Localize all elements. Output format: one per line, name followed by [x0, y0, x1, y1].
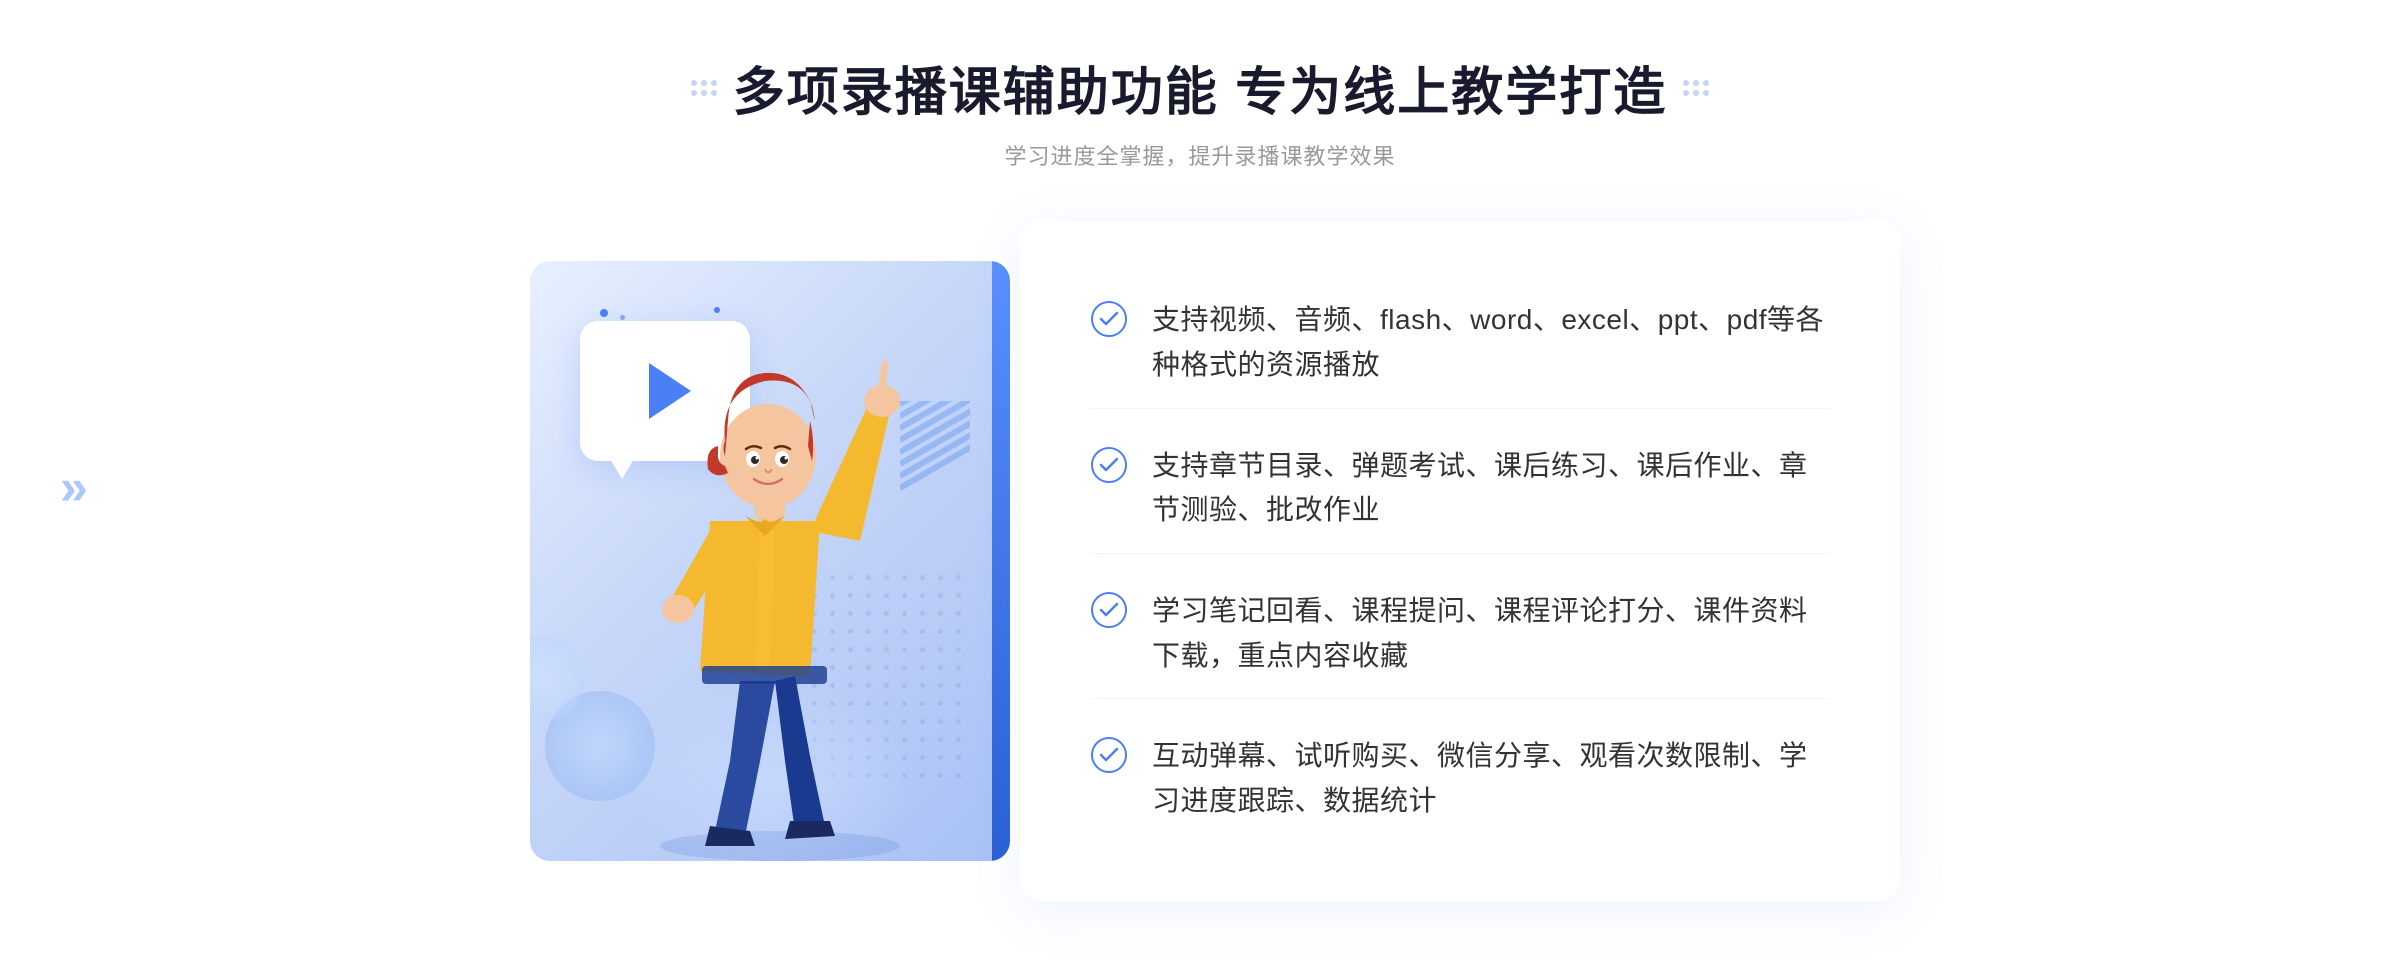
feature-item-4: 互动弹幕、试听购买、微信分享、观看次数限制、学习进度跟踪、数据统计 — [1090, 714, 1830, 844]
feature-item-3: 学习笔记回看、课程提问、课程评论打分、课件资料下载，重点内容收藏 — [1090, 569, 1830, 700]
feature-text-3: 学习笔记回看、课程提问、课程评论打分、课件资料下载，重点内容收藏 — [1152, 589, 1830, 679]
content-area: 支持视频、音频、flash、word、excel、ppt、pdf等各种格式的资源… — [500, 221, 1900, 901]
features-card: 支持视频、音频、flash、word、excel、ppt、pdf等各种格式的资源… — [1020, 221, 1900, 901]
decorative-dots-right — [1683, 80, 1709, 96]
decorative-dots-left — [691, 80, 717, 96]
left-arrow-decoration: » — [60, 458, 88, 516]
illustration-container — [500, 221, 1040, 901]
feature-text-2: 支持章节目录、弹题考试、课后练习、课后作业、章节测验、批改作业 — [1152, 444, 1830, 534]
feature-item-2: 支持章节目录、弹题考试、课后练习、课后作业、章节测验、批改作业 — [1090, 424, 1830, 555]
title-row: 多项录播课辅助功能 专为线上教学打造 — [691, 50, 1709, 125]
feature-text-1: 支持视频、音频、flash、word、excel、ppt、pdf等各种格式的资源… — [1152, 298, 1830, 388]
feature-item-1: 支持视频、音频、flash、word、excel、ppt、pdf等各种格式的资源… — [1090, 278, 1830, 409]
page-subtitle: 学习进度全掌握，提升录播课教学效果 — [1004, 139, 1395, 171]
check-icon-1 — [1090, 300, 1128, 338]
check-icon-4 — [1090, 736, 1128, 774]
blue-sidebar-bar — [992, 261, 1010, 861]
header-section: 多项录播课辅助功能 专为线上教学打造 学习进度全掌握，提升录播课教学效果 — [691, 50, 1709, 171]
illustration-bg-card — [530, 261, 1010, 861]
check-icon-3 — [1090, 591, 1128, 629]
person-illustration — [610, 301, 950, 861]
feature-text-4: 互动弹幕、试听购买、微信分享、观看次数限制、学习进度跟踪、数据统计 — [1152, 734, 1830, 824]
check-icon-2 — [1090, 446, 1128, 484]
page-container: » 多项录播课辅助功能 专为线上教学打造 学习进度全掌握，提升录播课教学效果 — [0, 0, 2400, 974]
page-title: 多项录播课辅助功能 专为线上教学打造 — [733, 50, 1667, 125]
